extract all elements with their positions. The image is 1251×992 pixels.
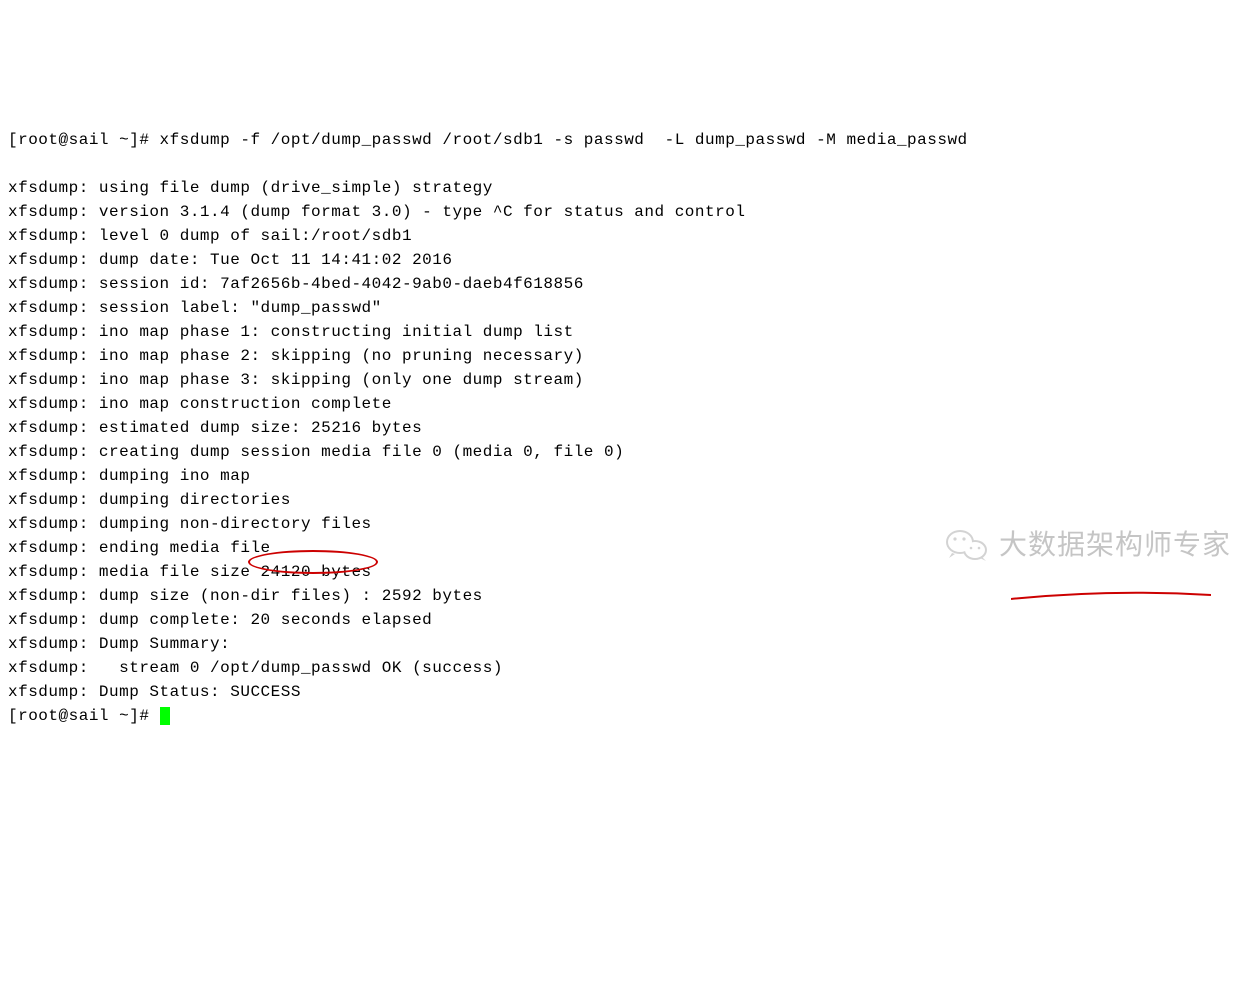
output-line: xfsdump: dump date: Tue Oct 11 14:41:02 … — [8, 251, 452, 269]
output-line: xfsdump: version 3.1.4 (dump format 3.0)… — [8, 203, 745, 221]
cursor-block[interactable] — [160, 707, 170, 725]
output-line: xfsdump: using file dump (drive_simple) … — [8, 179, 493, 197]
output-line: xfsdump: creating dump session media fil… — [8, 443, 624, 461]
prompt-user-host: [root@sail ~]# — [8, 131, 149, 149]
output-line: xfsdump: ino map construction complete — [8, 395, 392, 413]
prompt-line-2: [root@sail ~]# — [8, 707, 170, 725]
output-line: xfsdump: ino map phase 1: constructing i… — [8, 323, 574, 341]
watermark: 大数据架构师专家 — [945, 524, 1231, 566]
output-line: xfsdump: ino map phase 2: skipping (no p… — [8, 347, 584, 365]
output-line: xfsdump: level 0 dump of sail:/root/sdb1 — [8, 227, 412, 245]
output-line: xfsdump: estimated dump size: 25216 byte… — [8, 419, 422, 437]
output-line: xfsdump: dumping directories — [8, 491, 291, 509]
output-line: xfsdump: ending media file — [8, 539, 271, 557]
wechat-icon — [945, 526, 989, 564]
prompt-line-1: [root@sail ~]# xfsdump -f /opt/dump_pass… — [8, 131, 968, 149]
command-text: xfsdump -f /opt/dump_passwd /root/sdb1 -… — [160, 131, 968, 149]
output-line: xfsdump: dump complete: 20 seconds elaps… — [8, 611, 432, 629]
output-line: xfsdump: ino map phase 3: skipping (only… — [8, 371, 584, 389]
prompt-user-host-2: [root@sail ~]# — [8, 707, 149, 725]
output-line: xfsdump: media file size 24120 bytes — [8, 563, 372, 581]
output-line: xfsdump: stream 0 /opt/dump_passwd OK (s… — [8, 659, 503, 677]
output-line: xfsdump: dumping ino map — [8, 467, 250, 485]
output-line: xfsdump: dump size (non-dir files) : 259… — [8, 587, 483, 605]
output-line: xfsdump: Dump Status: SUCCESS — [8, 683, 301, 701]
output-line: xfsdump: session label: "dump_passwd" — [8, 299, 382, 317]
output-line: xfsdump: Dump Summary: — [8, 635, 230, 653]
terminal-output[interactable]: [root@sail ~]# xfsdump -f /opt/dump_pass… — [8, 104, 1243, 728]
output-line: xfsdump: session id: 7af2656b-4bed-4042-… — [8, 275, 584, 293]
output-line: xfsdump: dumping non-directory files — [8, 515, 372, 533]
watermark-text: 大数据架构师专家 — [999, 524, 1231, 566]
